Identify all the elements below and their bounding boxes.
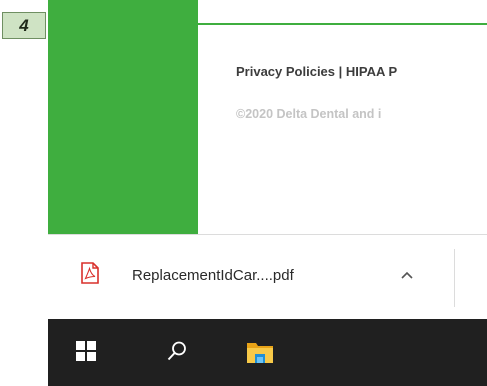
left-margin xyxy=(0,0,48,386)
download-bar: ReplacementIdCar....pdf xyxy=(48,234,487,319)
search-icon[interactable] xyxy=(166,340,188,362)
footer-copyright: ©2020 Delta Dental and i xyxy=(236,107,382,121)
pdf-icon[interactable] xyxy=(81,262,99,284)
footer-links[interactable]: Privacy Policies | HIPAA P xyxy=(236,64,397,79)
download-bar-separator xyxy=(454,249,455,307)
download-file-name[interactable]: ReplacementIdCar....pdf xyxy=(132,267,294,284)
green-side-panel xyxy=(48,0,198,234)
file-explorer-icon[interactable] xyxy=(246,339,274,365)
footer-divider xyxy=(198,23,487,25)
windows-taskbar xyxy=(48,319,487,386)
page-footer: Privacy Policies | HIPAA P ©2020 Delta D… xyxy=(198,0,487,234)
chevron-up-icon[interactable] xyxy=(400,270,414,280)
step-number-badge: 4 xyxy=(2,12,46,39)
windows-start-icon[interactable] xyxy=(76,341,96,361)
